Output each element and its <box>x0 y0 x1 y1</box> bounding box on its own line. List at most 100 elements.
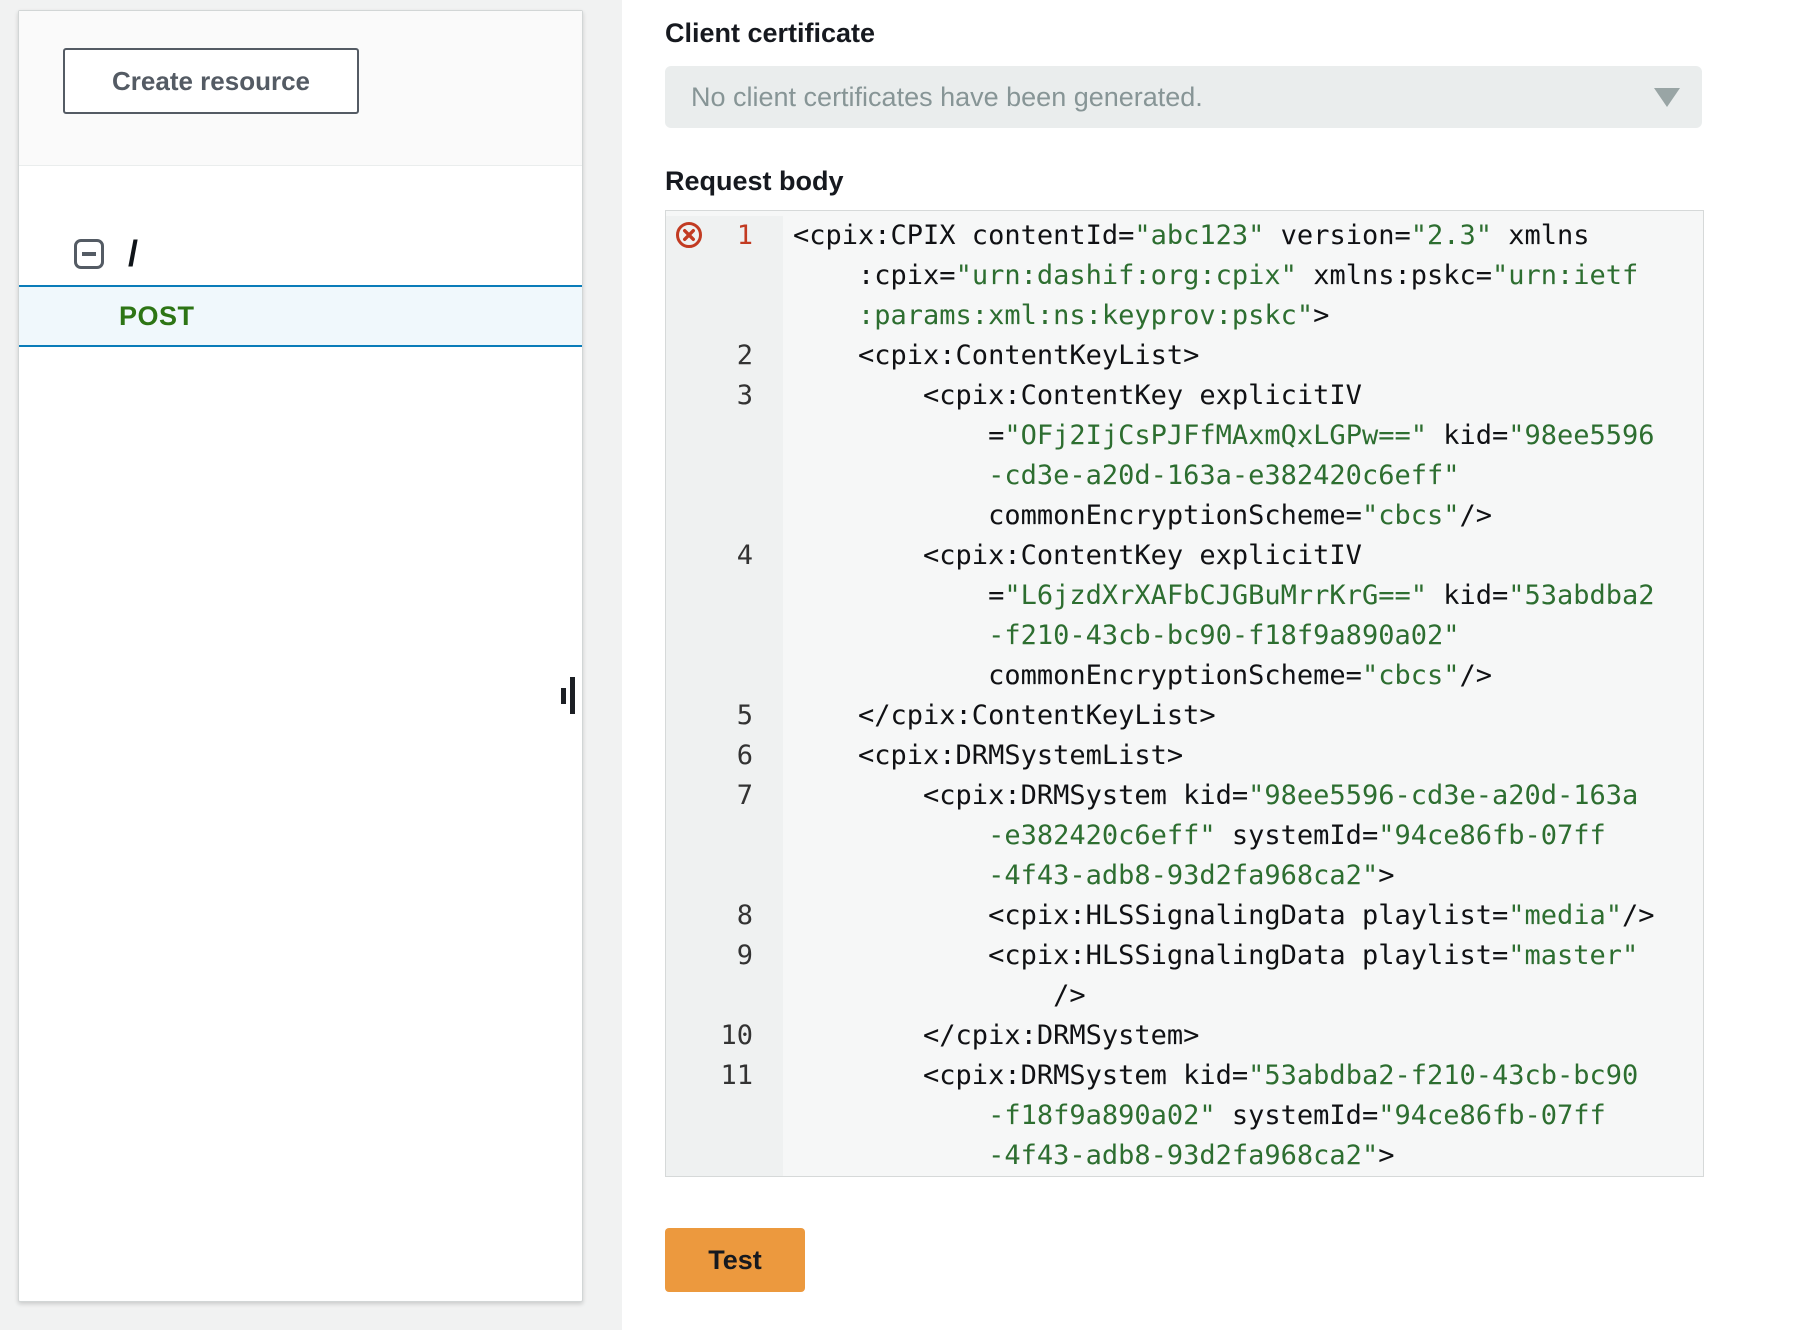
line-number-gutter <box>666 1096 783 1136</box>
line-number-gutter <box>666 576 783 616</box>
code-row: 3 <cpix:ContentKey explicitIV <box>666 376 1703 416</box>
code-line: -f210-43cb-bc90-f18f9a890a02" <box>783 616 1703 656</box>
line-number: 4 <box>737 540 753 571</box>
code-line: <cpix:DRMSystemList> <box>783 736 1703 776</box>
resource-tree-root-row[interactable]: / <box>74 231 138 277</box>
request-body-editor[interactable]: 1 <cpix:CPIX contentId="abc123" version="… <box>665 210 1704 1177</box>
line-number: 1 <box>737 220 753 251</box>
client-certificate-heading: Client certificate <box>665 18 1818 49</box>
caret-down-icon <box>1654 88 1680 107</box>
line-number-gutter <box>666 256 783 296</box>
code-row: :params:xml:ns:keyprov:pskc"> <box>666 296 1703 336</box>
test-button[interactable]: Test <box>665 1228 805 1292</box>
code-line: :params:xml:ns:keyprov:pskc"> <box>783 296 1703 336</box>
line-number-gutter: 8 <box>666 896 783 936</box>
resources-panel: Create resource / POST <box>18 10 583 1302</box>
code-line: <cpix:CPIX contentId="abc123" version="2… <box>783 216 1703 256</box>
code-row: commonEncryptionScheme="cbcs"/> <box>666 656 1703 696</box>
line-number-gutter <box>666 296 783 336</box>
request-body-heading: Request body <box>665 166 1818 197</box>
method-label-post: POST <box>119 301 195 332</box>
code-row: -4f43-adb8-93d2fa968ca2"> <box>666 1136 1703 1176</box>
line-number-gutter: 4 <box>666 536 783 576</box>
code-row: 5 </cpix:ContentKeyList> <box>666 696 1703 736</box>
code-line: commonEncryptionScheme="cbcs"/> <box>783 496 1703 536</box>
code-line: -cd3e-a20d-163a-e382420c6eff" <box>783 456 1703 496</box>
code-row: ="OFj2IjCsPJFfMAxmQxLGPw==" kid="98ee559… <box>666 416 1703 456</box>
code-line: <cpix:HLSSignalingData playlist="media"/… <box>783 896 1703 936</box>
line-number: 9 <box>737 940 753 971</box>
line-number: 11 <box>720 1060 753 1091</box>
code-row: 8 <cpix:HLSSignalingData playlist="media… <box>666 896 1703 936</box>
line-number: 8 <box>737 900 753 931</box>
resize-bar-tall <box>570 677 575 714</box>
code-row: 2 <cpix:ContentKeyList> <box>666 336 1703 376</box>
line-number-gutter <box>666 816 783 856</box>
pane-resize-handle-icon[interactable] <box>561 677 579 714</box>
code-row: 6 <cpix:DRMSystemList> <box>666 736 1703 776</box>
test-pane: Client certificate No client certificate… <box>622 0 1818 1330</box>
line-number: 2 <box>737 340 753 371</box>
code-line: -f18f9a890a02" systemId="94ce86fb-07ff <box>783 1096 1703 1136</box>
line-number-gutter <box>666 1136 783 1176</box>
code-row: :cpix="urn:dashif:org:cpix" xmlns:pskc="… <box>666 256 1703 296</box>
line-number-gutter: 5 <box>666 696 783 736</box>
code-line: </cpix:DRMSystem> <box>783 1016 1703 1056</box>
code-line: commonEncryptionScheme="cbcs"/> <box>783 656 1703 696</box>
line-number-gutter: 9 <box>666 936 783 976</box>
code-line: <cpix:DRMSystem kid="98ee5596-cd3e-a20d-… <box>783 776 1703 816</box>
code-line: </cpix:ContentKeyList> <box>783 696 1703 736</box>
minus-bar <box>82 252 96 256</box>
line-number: 7 <box>737 780 753 811</box>
create-resource-button[interactable]: Create resource <box>63 48 359 114</box>
code-rows: 1 <cpix:CPIX contentId="abc123" version="… <box>666 216 1703 1176</box>
line-number-gutter: 3 <box>666 376 783 416</box>
code-line: <cpix:ContentKeyList> <box>783 336 1703 376</box>
code-row: 11 <cpix:DRMSystem kid="53abdba2-f210-43… <box>666 1056 1703 1096</box>
code-line: -4f43-adb8-93d2fa968ca2"> <box>783 1136 1703 1176</box>
code-row: -e382420c6eff" systemId="94ce86fb-07ff <box>666 816 1703 856</box>
code-row: 9 <cpix:HLSSignalingData playlist="maste… <box>666 936 1703 976</box>
code-row: 10 </cpix:DRMSystem> <box>666 1016 1703 1056</box>
code-row: -cd3e-a20d-163a-e382420c6eff" <box>666 456 1703 496</box>
code-row: 4 <cpix:ContentKey explicitIV <box>666 536 1703 576</box>
line-number: 10 <box>720 1020 753 1051</box>
code-line: <cpix:ContentKey explicitIV <box>783 536 1703 576</box>
code-line: :cpix="urn:dashif:org:cpix" xmlns:pskc="… <box>783 256 1703 296</box>
code-row: 1 <cpix:CPIX contentId="abc123" version="… <box>666 216 1703 256</box>
client-certificate-placeholder: No client certificates have been generat… <box>665 66 1702 128</box>
resize-bar-short <box>561 688 566 704</box>
line-number-gutter <box>666 496 783 536</box>
line-number-gutter <box>666 656 783 696</box>
line-number: 3 <box>737 380 753 411</box>
code-row: -4f43-adb8-93d2fa968ca2"> <box>666 856 1703 896</box>
line-number: 6 <box>737 740 753 771</box>
line-number-gutter <box>666 616 783 656</box>
code-line: ="L6jzdXrXAFbCJGBuMrrKrG==" kid="53abdba… <box>783 576 1703 616</box>
line-number-gutter: 10 <box>666 1016 783 1056</box>
code-line: /> <box>783 976 1703 1016</box>
code-row: -f18f9a890a02" systemId="94ce86fb-07ff <box>666 1096 1703 1136</box>
resources-panel-header: Create resource <box>19 11 582 166</box>
code-line: -e382420c6eff" systemId="94ce86fb-07ff <box>783 816 1703 856</box>
code-line: <cpix:ContentKey explicitIV <box>783 376 1703 416</box>
resource-root-label: / <box>128 233 138 275</box>
line-number-gutter <box>666 976 783 1016</box>
minus-square-icon[interactable] <box>74 239 104 269</box>
line-number-gutter: 2 <box>666 336 783 376</box>
code-line: ="OFj2IjCsPJFfMAxmQxLGPw==" kid="98ee559… <box>783 416 1703 456</box>
code-row: 7 <cpix:DRMSystem kid="98ee5596-cd3e-a20… <box>666 776 1703 816</box>
line-number: 5 <box>737 700 753 731</box>
client-certificate-select[interactable]: No client certificates have been generat… <box>665 66 1702 128</box>
code-row: /> <box>666 976 1703 1016</box>
line-number-gutter <box>666 416 783 456</box>
line-number-gutter <box>666 456 783 496</box>
method-row-post[interactable]: POST <box>19 285 582 347</box>
error-circle-icon <box>674 220 704 250</box>
line-number-gutter <box>666 856 783 896</box>
code-row: ="L6jzdXrXAFbCJGBuMrrKrG==" kid="53abdba… <box>666 576 1703 616</box>
code-line: <cpix:DRMSystem kid="53abdba2-f210-43cb-… <box>783 1056 1703 1096</box>
line-number-gutter: 6 <box>666 736 783 776</box>
code-row: -f210-43cb-bc90-f18f9a890a02" <box>666 616 1703 656</box>
code-line: -4f43-adb8-93d2fa968ca2"> <box>783 856 1703 896</box>
